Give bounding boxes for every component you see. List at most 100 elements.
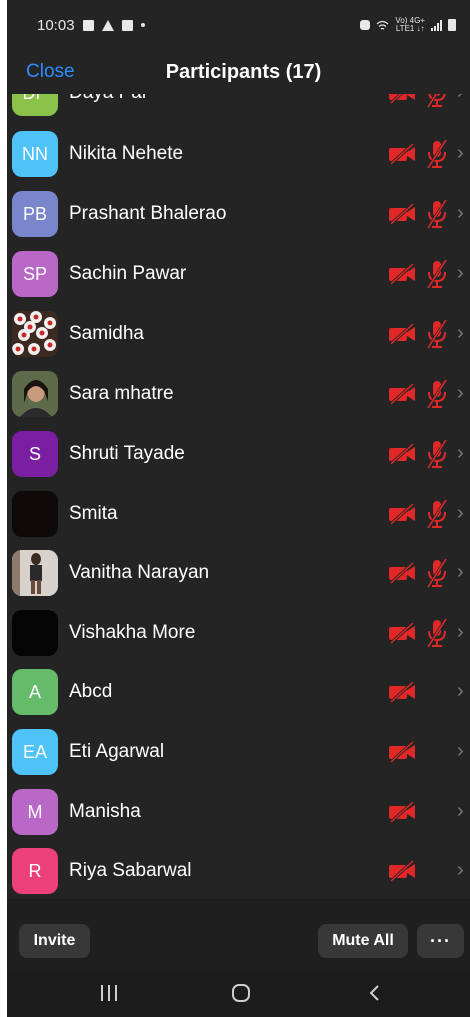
- chevron-right-icon[interactable]: ›: [457, 561, 464, 584]
- participant-name: Nikita Nehete: [69, 143, 184, 164]
- participant-name: Vishakha More: [69, 622, 196, 643]
- camera-off-icon: [388, 800, 416, 824]
- camera-off-icon: [388, 859, 416, 883]
- mic-muted-icon: [425, 319, 449, 349]
- camera-off-icon: [388, 94, 416, 105]
- header: Close Participants (17): [7, 50, 470, 94]
- participant-name: Daya Pal: [69, 94, 146, 104]
- mic-muted-icon: [425, 499, 449, 529]
- chevron-right-icon[interactable]: ›: [457, 142, 464, 165]
- camera-off-icon: [388, 621, 416, 645]
- mute-all-button[interactable]: Mute All: [318, 924, 408, 958]
- participant-name: Vanitha Narayan: [69, 562, 210, 583]
- home-icon[interactable]: [231, 983, 251, 1003]
- notification-icon: [121, 19, 133, 31]
- participant-name: Manisha: [69, 801, 141, 822]
- participant-row[interactable]: DP Daya Pal ›: [7, 94, 470, 123]
- chevron-right-icon[interactable]: ›: [457, 262, 464, 285]
- participant-name: Sara mhatre: [69, 383, 174, 404]
- mic-muted-icon: [425, 94, 449, 108]
- avatar: M: [12, 789, 58, 835]
- chevron-right-icon[interactable]: ›: [457, 859, 464, 882]
- status-bar: 10:03 Vo) 4G+ LTE1 ↓↑: [7, 0, 470, 50]
- avatar: [12, 371, 58, 417]
- participant-row[interactable]: PB Prashant Bhalerao ›: [7, 184, 470, 244]
- avatar: EA: [12, 729, 58, 775]
- battery-icon: [448, 19, 456, 31]
- avatar: PB: [12, 191, 58, 237]
- chevron-right-icon[interactable]: ›: [457, 680, 464, 703]
- mic-muted-icon: [425, 259, 449, 289]
- participant-name: Eti Agarwal: [69, 741, 165, 762]
- avatar: SP: [12, 251, 58, 297]
- participant-name: Shruti Tayade: [69, 443, 185, 464]
- alert-icon: [101, 19, 114, 31]
- chevron-right-icon[interactable]: ›: [457, 800, 464, 823]
- participant-list[interactable]: DP Daya Pal › NN Nikita Nehete › PB Prashant Bh…: [7, 94, 470, 899]
- participant-row[interactable]: Vishakha More ›: [7, 603, 470, 663]
- participant-row[interactable]: M Manisha ›: [7, 782, 470, 842]
- participant-name: Samidha: [69, 323, 144, 344]
- avatar: S: [12, 431, 58, 477]
- chevron-right-icon[interactable]: ›: [457, 382, 464, 405]
- network-type: Vo) 4G+ LTE1 ↓↑: [395, 16, 425, 33]
- alarm-icon: [360, 20, 371, 30]
- mic-muted-icon: [425, 439, 449, 469]
- participant-row[interactable]: SP Sachin Pawar ›: [7, 244, 470, 304]
- participant-name: Prashant Bhalerao: [69, 203, 227, 224]
- mic-muted-icon: [425, 139, 449, 169]
- avatar: [12, 311, 58, 357]
- camera-off-icon: [388, 202, 416, 226]
- system-nav-bar: [7, 969, 470, 1017]
- recent-apps-icon[interactable]: [99, 984, 119, 1002]
- camera-off-icon: [388, 142, 416, 166]
- wifi-icon: [377, 20, 389, 30]
- participant-name: Sachin Pawar: [69, 263, 187, 284]
- participant-name: Smita: [69, 503, 118, 524]
- participant-name: Riya Sabarwal: [69, 860, 192, 881]
- close-button[interactable]: Close: [26, 61, 75, 83]
- avatar: [12, 610, 58, 656]
- camera-off-icon: [388, 561, 416, 585]
- avatar: DP: [12, 94, 58, 116]
- participant-row[interactable]: A Abcd ›: [7, 662, 470, 722]
- invite-button[interactable]: Invite: [19, 924, 90, 958]
- camera-off-icon: [388, 322, 416, 346]
- mic-muted-icon: [425, 199, 449, 229]
- avatar: NN: [12, 131, 58, 177]
- bottom-action-bar: Invite Mute All ···: [7, 899, 470, 969]
- participant-row[interactable]: EA Eti Agarwal ›: [7, 722, 470, 782]
- camera-off-icon: [388, 502, 416, 526]
- participant-row[interactable]: Vanitha Narayan ›: [7, 543, 470, 603]
- chevron-right-icon[interactable]: ›: [457, 442, 464, 465]
- page-title: Participants (17): [165, 60, 322, 83]
- avatar: [12, 550, 58, 596]
- gallery-icon: [82, 19, 94, 31]
- mic-muted-icon: [425, 379, 449, 409]
- participant-row[interactable]: Sara mhatre ›: [7, 364, 470, 424]
- participants-screen: 10:03 Vo) 4G+ LTE1 ↓↑ Close Participants…: [7, 0, 470, 1017]
- participant-row[interactable]: Smita ›: [7, 484, 470, 544]
- participant-row[interactable]: R Riya Sabarwal ›: [7, 841, 470, 899]
- chevron-right-icon[interactable]: ›: [457, 322, 464, 345]
- participant-row[interactable]: Samidha ›: [7, 304, 470, 364]
- participant-name: Abcd: [69, 681, 113, 702]
- signal-icon: [431, 19, 442, 31]
- chevron-right-icon[interactable]: ›: [457, 621, 464, 644]
- participant-row[interactable]: S Shruti Tayade ›: [7, 424, 470, 484]
- more-options-button[interactable]: ···: [417, 924, 464, 958]
- camera-off-icon: [388, 262, 416, 286]
- camera-off-icon: [388, 382, 416, 406]
- mic-muted-icon: [425, 558, 449, 588]
- chevron-right-icon[interactable]: ›: [457, 94, 464, 104]
- camera-off-icon: [388, 442, 416, 466]
- mic-muted-icon: [425, 618, 449, 648]
- avatar: R: [12, 848, 58, 894]
- avatar: A: [12, 669, 58, 715]
- back-icon[interactable]: [367, 984, 381, 1002]
- chevron-right-icon[interactable]: ›: [457, 740, 464, 763]
- chevron-right-icon[interactable]: ›: [457, 502, 464, 525]
- status-time: 10:03: [37, 16, 75, 34]
- chevron-right-icon[interactable]: ›: [457, 202, 464, 225]
- participant-row[interactable]: NN Nikita Nehete ›: [7, 124, 470, 184]
